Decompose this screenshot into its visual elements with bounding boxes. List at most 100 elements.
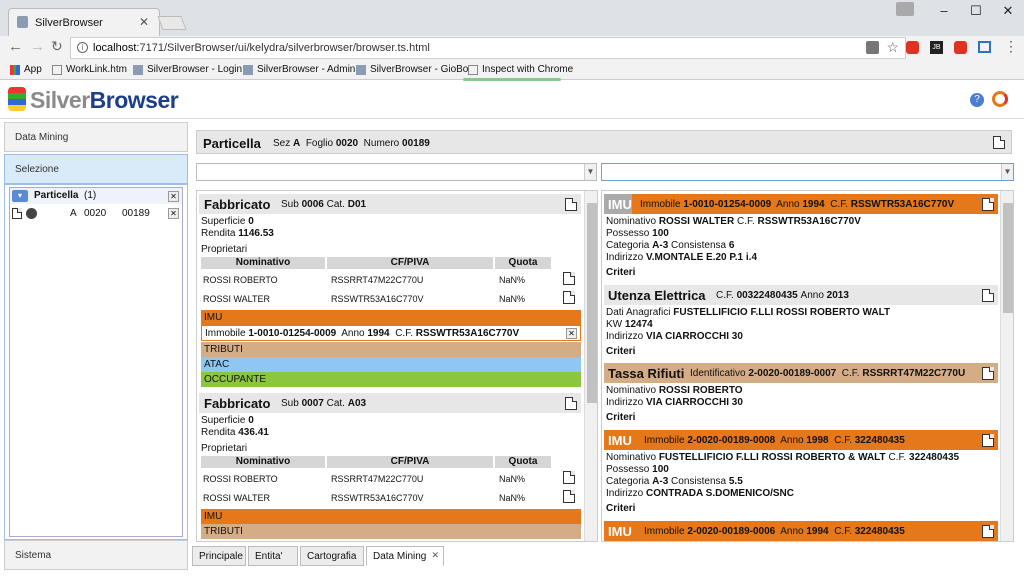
bookmark-admin[interactable]: SilverBrowser - Admin [243,64,355,75]
browser-tab[interactable]: SilverBrowser ✕ [8,8,160,36]
left-panel: Data Mining Selezione ▾ Particella (1) ✕… [4,122,188,570]
tab-principale[interactable]: Principale [192,546,246,566]
minimize-icon[interactable]: – [928,0,960,24]
profile-icon[interactable] [896,2,914,16]
browser-tabbar: SilverBrowser ✕ – ☐ ✕ [0,0,1024,36]
menu-icon[interactable]: ⋮ [1004,38,1018,55]
close-icon[interactable]: ✕ [431,550,439,561]
column-header: CF/PIVA [327,257,493,269]
close-tab-icon[interactable]: ✕ [139,15,149,29]
scrollbar[interactable] [584,191,597,541]
logo-icon [8,87,26,111]
accordion-selezione[interactable]: Selezione [4,154,188,184]
criteri-link[interactable]: Criteri [606,412,635,423]
criteri-link[interactable]: Criteri [606,503,635,514]
document-icon[interactable] [982,434,994,447]
fabbricato-header: Fabbricato Sub 0007 Cat. A03 [199,393,581,413]
document-icon[interactable] [982,198,994,211]
criteri-link[interactable]: Criteri [606,346,635,357]
imu-bar[interactable]: IMU [201,509,581,524]
remove-icon[interactable]: ✕ [168,208,179,219]
chevron-down-icon[interactable]: ▼ [584,164,596,180]
tab-data-mining[interactable]: Data Mining ✕ [366,546,444,566]
right-filter-combo[interactable]: ▼ [601,163,1014,181]
help-icon[interactable]: ? [970,93,984,107]
left-filter-combo[interactable]: ▼ [196,163,597,181]
bookmark-inspect[interactable]: Inspect with Chrome [468,64,573,75]
imu-card-details: Immobile 2-0020-00189-0006 Anno 1994 C.F… [644,526,905,537]
bookmarks-bar: App WorkLink.htm SilverBrowser - Login S… [0,60,1024,81]
close-icon[interactable]: ✕ [566,328,577,339]
document-icon[interactable] [982,289,994,302]
imu-title: IMU [608,197,632,212]
occupante-bar[interactable]: OCCUPANTE [201,372,581,387]
document-icon[interactable] [982,367,994,380]
selezione-panel: ▾ Particella (1) ✕ A 0020 00189 ✕ [4,184,188,540]
accordion-sistema[interactable]: Sistema [4,540,188,570]
atac-bar[interactable]: ATAC [201,357,581,372]
fabbricato-header: Fabbricato Sub 0006 Cat. D01 [199,194,581,214]
tree-item-row[interactable]: A 0020 00189 ✕ [10,206,182,222]
globe-icon[interactable] [26,208,37,219]
tab-data-mining-label: Data Mining [373,551,427,562]
imu-detail-row[interactable]: Immobile 1-0010-01254-0009 Anno 1994 C.F… [201,325,581,341]
app-header: SilverBrowser ? [0,81,1024,119]
extension-red-icon[interactable] [906,41,919,54]
new-tab-button[interactable] [157,16,187,30]
document-icon[interactable] [993,136,1005,149]
document-icon[interactable] [565,198,577,211]
accordion-data-mining[interactable]: Data Mining [4,122,188,152]
document-icon[interactable] [563,490,575,503]
translate-icon[interactable] [866,41,879,54]
document-icon[interactable] [563,471,575,484]
document-icon[interactable] [12,208,22,219]
tributi-bar[interactable]: TRIBUTI [201,342,581,357]
document-icon[interactable] [563,272,575,285]
info-icon[interactable]: i [77,42,88,53]
bookmark-worklink[interactable]: WorkLink.htm [52,64,127,75]
chevron-down-icon[interactable]: ▼ [1001,164,1013,180]
tree-item-foglio: 0020 [84,208,107,219]
document-icon[interactable] [982,525,994,538]
extension-cors-icon[interactable] [954,41,967,54]
remove-icon[interactable]: ✕ [168,191,179,202]
imu-bar[interactable]: IMU [201,310,581,325]
bookmark-app[interactable]: App [10,64,42,75]
kw-row: KW 12474 [606,319,653,330]
logout-icon[interactable] [992,91,1008,107]
tree-root-row[interactable]: ▾ Particella (1) ✕ [10,188,182,204]
tree-item-sez: A [70,208,77,219]
address-bar[interactable]: i localhost:7171/SilverBrowser/ui/kelydr… [70,37,906,59]
close-window-icon[interactable]: ✕ [992,0,1024,24]
document-icon[interactable] [565,397,577,410]
extension-jb-icon[interactable]: JB [930,41,943,54]
bookmark-giobo[interactable]: SilverBrowser - GioBo [356,64,468,75]
reload-icon[interactable]: ↻ [51,38,63,55]
nominativo-row: Nominativo ROSSI WALTER C.F. RSSWTR53A16… [606,216,861,227]
collapse-icon[interactable]: ▾ [12,190,28,202]
scrollbar-thumb[interactable] [1003,203,1013,313]
criteri-link[interactable]: Criteri [606,267,635,278]
forward-icon[interactable]: → [30,38,45,55]
back-icon[interactable]: ← [8,38,23,55]
scrollbar-thumb[interactable] [587,203,597,403]
maximize-icon[interactable]: ☐ [960,0,992,24]
scrollbar[interactable] [1000,191,1013,541]
column-header: CF/PIVA [327,456,493,468]
categoria-row: Categoria A-3 Consistensa 5.5 [606,476,743,487]
tab-title: SilverBrowser [35,17,103,29]
dati-row: Dati Anagrafici FUSTELLIFICIO F.LLI ROSS… [606,307,891,318]
selection-tree: ▾ Particella (1) ✕ A 0020 00189 ✕ [9,187,183,537]
document-icon[interactable] [563,291,575,304]
tributi-bar[interactable]: TRIBUTI [201,524,581,539]
bookmark-login[interactable]: SilverBrowser - Login [133,64,242,75]
possesso-row: Possesso 100 [606,464,669,475]
tree-item-numero: 00189 [122,208,150,219]
nominativo-row: Nominativo FUSTELLIFICIO F.LLI ROSSI ROB… [606,452,960,463]
apps-icon [10,64,20,75]
extension-screen-icon[interactable] [978,41,991,53]
tab-cartografia[interactable]: Cartografia [300,546,364,566]
tab-entita[interactable]: Entita' [248,546,298,566]
imu-title: IMU [608,524,632,539]
star-icon[interactable]: ☆ [886,39,899,56]
